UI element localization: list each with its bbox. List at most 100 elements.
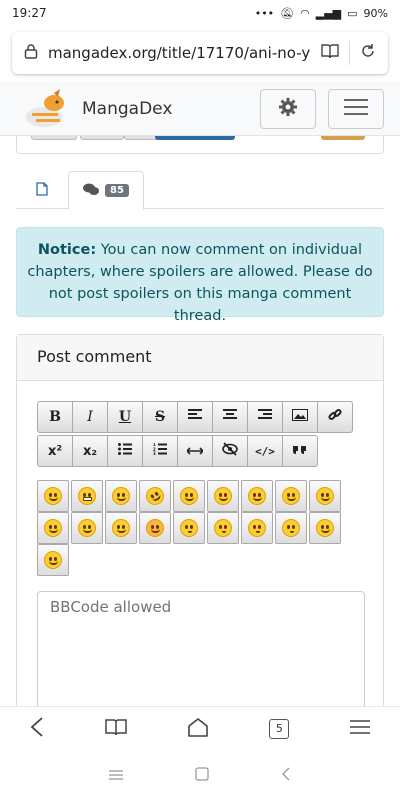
toolbar-row: B I U S — [37, 401, 367, 433]
center-text-button[interactable] — [177, 435, 213, 467]
menu-toggle-button[interactable] — [328, 88, 384, 129]
back-icon[interactable] — [30, 716, 44, 741]
emoji-button[interactable] — [139, 480, 171, 512]
emoji-button[interactable] — [275, 480, 307, 512]
image-button[interactable] — [282, 401, 318, 433]
emoji-button[interactable] — [139, 512, 171, 544]
emoji-button[interactable] — [173, 512, 205, 544]
emoji-yum-icon — [78, 519, 96, 537]
italic-button[interactable]: I — [72, 401, 108, 433]
brand-name[interactable]: MangaDex — [82, 99, 248, 119]
align-left-icon — [188, 409, 202, 425]
bullet-list-icon — [118, 443, 132, 459]
primary-action-button[interactable] — [155, 136, 235, 140]
spoiler-button[interactable] — [212, 435, 248, 467]
emoji-button[interactable] — [37, 480, 69, 512]
bold-button[interactable]: B — [37, 401, 73, 433]
bookmarks-icon[interactable] — [104, 718, 127, 740]
emoji-tears-of-joy-icon — [112, 487, 130, 505]
notice-alert: Notice: You can now comment on individua… — [16, 227, 384, 324]
emoji-button[interactable] — [241, 480, 273, 512]
url-text[interactable]: mangadex.org/title/17170/ani-no-yo — [48, 44, 311, 62]
numbered-list-icon: 123 — [153, 442, 167, 459]
browser-bottom-bar: 5 — [0, 706, 400, 750]
align-right-button[interactable] — [247, 401, 283, 433]
emoji-button[interactable] — [105, 480, 137, 512]
emoji-kissing-icon — [214, 519, 232, 537]
underline-button[interactable]: U — [107, 401, 143, 433]
signal-icon: ▂▄▆ — [315, 6, 342, 20]
underline-label: U — [118, 409, 132, 425]
superscript-label: x² — [47, 443, 63, 459]
emoji-button[interactable] — [241, 512, 273, 544]
emoji-button[interactable] — [37, 544, 69, 576]
italic-label: I — [87, 409, 93, 425]
action-button[interactable] — [80, 136, 124, 140]
emoji-button[interactable] — [207, 480, 239, 512]
comments-icon — [83, 183, 100, 199]
tab-info[interactable] — [16, 171, 68, 209]
subscript-button[interactable]: x₂ — [72, 435, 108, 467]
home-square-icon[interactable] — [195, 765, 209, 786]
mangadex-logo[interactable] — [24, 88, 74, 129]
emoji-row — [37, 544, 367, 576]
tab-comments[interactable]: 85 — [68, 171, 144, 210]
title-actions-card — [16, 136, 384, 154]
action-button[interactable] — [31, 136, 77, 140]
battery-level: 90% — [363, 6, 388, 20]
align-left-button[interactable] — [177, 401, 213, 433]
numbered-list-button[interactable]: 123 — [142, 435, 178, 467]
bullet-list-button[interactable] — [107, 435, 143, 467]
status-bar: 19:27 ••• 🔕︎ ◠ ▂▄▆ ▭ 90% — [0, 0, 400, 26]
emoji-button[interactable] — [275, 512, 307, 544]
address-bar[interactable]: mangadex.org/title/17170/ani-no-yo — [12, 32, 388, 74]
emoji-blush-icon — [44, 519, 62, 537]
emoji-button[interactable] — [173, 480, 205, 512]
comment-textarea[interactable]: BBCode allowed — [37, 591, 365, 706]
emoji-smile-icon — [214, 487, 232, 505]
emoji-button[interactable] — [309, 512, 341, 544]
gear-icon — [278, 97, 298, 121]
post-comment-card: Post comment B I U S x² x₂ 123 </> BBCod… — [16, 334, 384, 706]
align-center-icon — [223, 409, 237, 425]
align-right-icon — [258, 409, 272, 425]
emoji-button[interactable] — [105, 512, 137, 544]
emoji-button[interactable] — [207, 512, 239, 544]
settings-button[interactable] — [260, 88, 316, 129]
emoji-sunglasses-icon — [112, 519, 130, 537]
home-icon[interactable] — [187, 717, 209, 741]
strikethrough-button[interactable]: S — [142, 401, 178, 433]
superscript-button[interactable]: x² — [37, 435, 73, 467]
eye-slash-icon — [222, 442, 238, 460]
code-label: </> — [255, 444, 275, 458]
reload-icon[interactable] — [360, 43, 376, 63]
emoji-hugging-icon — [44, 551, 62, 569]
emoji-button[interactable] — [71, 480, 103, 512]
emoji-rofl-icon — [142, 483, 168, 509]
emoji-button[interactable] — [309, 480, 341, 512]
tab-switcher-button[interactable]: 5 — [269, 718, 290, 739]
system-back-icon[interactable] — [281, 765, 291, 786]
url-divider — [349, 41, 350, 65]
status-icons: ••• 🔕︎ ◠ ▂▄▆ ▭ 90% — [255, 7, 388, 20]
link-button[interactable] — [317, 401, 353, 433]
menu-icon[interactable] — [349, 719, 370, 739]
comment-count-badge: 85 — [105, 184, 129, 197]
svg-text:3: 3 — [153, 451, 156, 455]
battery-icon: ▭ — [347, 6, 358, 20]
file-icon — [36, 181, 48, 199]
emoji-button[interactable] — [71, 512, 103, 544]
emoji-grin-icon — [44, 487, 62, 505]
reader-mode-icon[interactable] — [321, 43, 339, 63]
emoji-laughing-icon — [282, 487, 300, 505]
lock-icon — [24, 43, 38, 63]
notice-label: Notice: — [37, 242, 97, 258]
align-center-button[interactable] — [212, 401, 248, 433]
code-button[interactable]: </> — [247, 435, 283, 467]
emoji-button[interactable] — [37, 512, 69, 544]
recents-icon[interactable] — [109, 765, 123, 786]
bbcode-toolbar: B I U S x² x₂ 123 </> — [37, 401, 367, 469]
warning-action-button[interactable] — [321, 136, 365, 140]
page-content: 85 Notice: You can now comment on indivi… — [0, 136, 400, 706]
quote-button[interactable] — [282, 435, 318, 467]
